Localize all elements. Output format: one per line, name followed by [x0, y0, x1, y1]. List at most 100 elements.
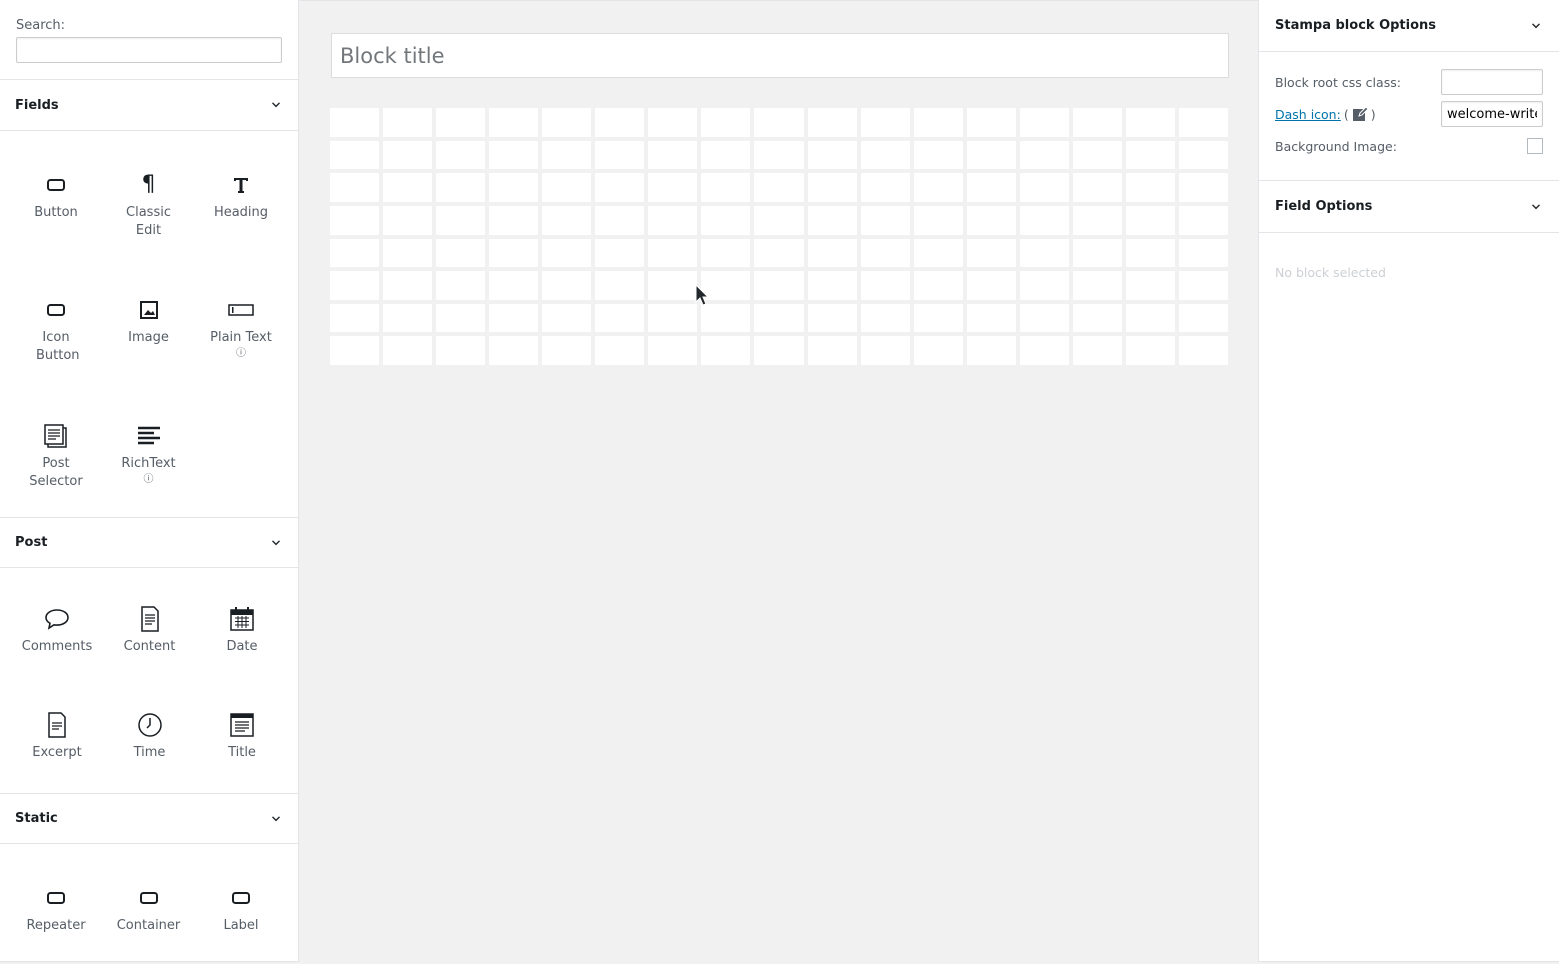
post-tile-date[interactable]: Date	[196, 605, 288, 687]
grid-cell[interactable]	[330, 173, 380, 202]
grid-cell[interactable]	[807, 303, 857, 333]
grid-cell[interactable]	[860, 108, 910, 137]
grid-cell[interactable]	[754, 303, 804, 333]
grid-cell[interactable]	[754, 173, 804, 202]
grid-cell[interactable]	[860, 173, 910, 202]
grid-cell[interactable]	[330, 271, 380, 300]
grid-cell[interactable]	[542, 238, 592, 268]
grid-cell[interactable]	[595, 303, 645, 333]
field-tile-plain-text[interactable]: Plain Text ⓘ	[195, 296, 287, 391]
grid-cell[interactable]	[1019, 271, 1069, 300]
grid-cell[interactable]	[1019, 108, 1069, 137]
grid-cell[interactable]	[1178, 271, 1228, 300]
grid-cell[interactable]	[383, 108, 433, 137]
grid-cell[interactable]	[436, 303, 486, 333]
grid-cell[interactable]	[1125, 140, 1175, 170]
static-tile-container[interactable]: Container	[102, 884, 195, 935]
grid-cell[interactable]	[1072, 336, 1122, 365]
grid-cell[interactable]	[330, 108, 380, 137]
field-options-toggle[interactable]: Field Options	[1259, 181, 1559, 233]
grid-cell[interactable]	[1072, 140, 1122, 170]
grid-cell[interactable]	[330, 336, 380, 365]
grid-cell[interactable]	[807, 238, 857, 268]
grid-cell[interactable]	[807, 108, 857, 137]
post-tile-excerpt[interactable]: Excerpt	[11, 711, 103, 793]
grid-cell[interactable]	[966, 271, 1016, 300]
grid-cell[interactable]	[436, 140, 486, 170]
grid-cell[interactable]	[701, 140, 751, 170]
grid-cell[interactable]	[330, 205, 380, 235]
grid-cell[interactable]	[1019, 205, 1069, 235]
grid-cell[interactable]	[807, 336, 857, 365]
post-tile-time[interactable]: Time	[103, 711, 196, 793]
grid-cell[interactable]	[383, 303, 433, 333]
grid-cell[interactable]	[860, 303, 910, 333]
grid-cell[interactable]	[436, 108, 486, 137]
grid-cell[interactable]	[913, 140, 963, 170]
grid-cell[interactable]	[648, 271, 698, 300]
grid-cell[interactable]	[860, 238, 910, 268]
grid-cell[interactable]	[648, 140, 698, 170]
grid-cell[interactable]	[913, 205, 963, 235]
grid-cell[interactable]	[1019, 140, 1069, 170]
info-icon[interactable]: ⓘ	[144, 473, 154, 487]
grid-cell[interactable]	[1178, 140, 1228, 170]
static-panel-toggle[interactable]: Static	[0, 793, 298, 844]
grid-cell[interactable]	[913, 108, 963, 137]
grid-cell[interactable]	[966, 205, 1016, 235]
grid-cell[interactable]	[595, 108, 645, 137]
grid-cell[interactable]	[966, 303, 1016, 333]
grid-cell[interactable]	[489, 271, 539, 300]
grid-cell[interactable]	[489, 205, 539, 235]
grid-cell[interactable]	[754, 205, 804, 235]
grid-cell[interactable]	[436, 173, 486, 202]
grid-cell[interactable]	[913, 336, 963, 365]
grid-cell[interactable]	[489, 336, 539, 365]
grid-cell[interactable]	[489, 238, 539, 268]
grid-cell[interactable]	[807, 205, 857, 235]
grid-cell[interactable]	[966, 140, 1016, 170]
grid-cell[interactable]	[860, 205, 910, 235]
grid-cell[interactable]	[701, 108, 751, 137]
grid-cell[interactable]	[1125, 205, 1175, 235]
grid-cell[interactable]	[754, 271, 804, 300]
grid-cell[interactable]	[1178, 238, 1228, 268]
block-title-input[interactable]: Block title	[331, 33, 1229, 78]
post-tile-title[interactable]: Title	[196, 711, 288, 793]
grid-cell[interactable]	[436, 336, 486, 365]
grid-cell[interactable]	[966, 108, 1016, 137]
field-tile-richtext[interactable]: RichText ⓘ	[102, 422, 195, 517]
grid-cell[interactable]	[1072, 108, 1122, 137]
grid-cell[interactable]	[595, 205, 645, 235]
grid-cell[interactable]	[1019, 336, 1069, 365]
field-tile-image[interactable]: Image	[102, 296, 195, 391]
grid-cell[interactable]	[701, 173, 751, 202]
grid-cell[interactable]	[542, 108, 592, 137]
grid-cell[interactable]	[1178, 336, 1228, 365]
grid-cell[interactable]	[701, 336, 751, 365]
grid-cell[interactable]	[860, 140, 910, 170]
grid-cell[interactable]	[860, 271, 910, 300]
grid-cell[interactable]	[383, 173, 433, 202]
grid-cell[interactable]	[595, 140, 645, 170]
field-tile-classic-edit[interactable]: ¶ Classic Edit	[102, 171, 195, 266]
grid-cell[interactable]	[489, 108, 539, 137]
grid-cell[interactable]	[966, 173, 1016, 202]
grid-cell[interactable]	[436, 271, 486, 300]
grid-cell[interactable]	[1019, 238, 1069, 268]
block-options-toggle[interactable]: Stampa block Options	[1259, 0, 1559, 52]
static-tile-repeater[interactable]: Repeater	[10, 884, 102, 935]
grid-cell[interactable]	[595, 238, 645, 268]
grid-cell[interactable]	[754, 140, 804, 170]
grid-cell[interactable]	[648, 336, 698, 365]
grid-cell[interactable]	[1178, 108, 1228, 137]
grid-cell[interactable]	[595, 271, 645, 300]
block-layout-grid[interactable]	[330, 108, 1228, 365]
grid-cell[interactable]	[1125, 108, 1175, 137]
dash-icon-link[interactable]: Dash icon:	[1275, 107, 1341, 122]
grid-cell[interactable]	[1178, 205, 1228, 235]
grid-cell[interactable]	[595, 173, 645, 202]
grid-cell[interactable]	[436, 205, 486, 235]
grid-cell[interactable]	[648, 205, 698, 235]
grid-cell[interactable]	[1019, 303, 1069, 333]
